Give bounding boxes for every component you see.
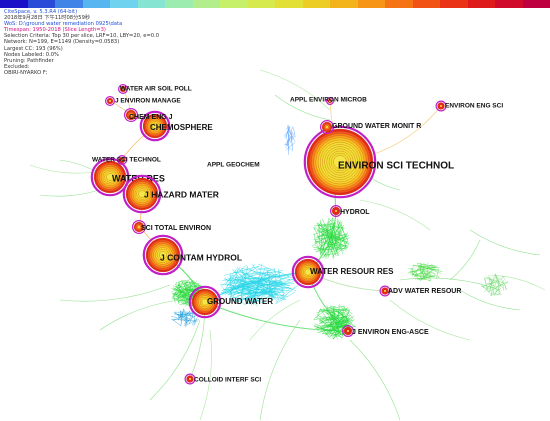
node-core: [384, 290, 386, 292]
node-label: HYDROL: [340, 209, 370, 216]
node-core: [347, 330, 349, 332]
node-core: [440, 105, 442, 107]
node-water-resour-res[interactable]: WATER RESOUR RES: [291, 255, 394, 289]
node-label: APPL GEOCHEM: [207, 162, 260, 169]
network-edges: [29, 69, 546, 421]
cluster-link: [220, 284, 227, 292]
node-j-hazard-mater[interactable]: J HAZARD MATER: [122, 174, 219, 214]
network-edge: [449, 239, 481, 281]
cluster-link: [286, 125, 288, 130]
node-label: COLLOID INTERF SCI: [194, 377, 261, 384]
node-label: J CONTAM HYDROL: [160, 252, 242, 262]
network-edge: [459, 289, 521, 311]
cluster-link: [293, 127, 296, 138]
cluster-link: [429, 272, 432, 277]
node-label: GROUND WATER: [207, 297, 273, 306]
network-edge: [259, 319, 301, 421]
node-water-sci-technol[interactable]: WATER SCI TECHNOL: [92, 155, 161, 166]
node-adv-water-resour[interactable]: ADV WATER RESOUR: [379, 285, 461, 297]
node-label: J ENVIRON MANAGE: [115, 98, 181, 105]
node-label: CHEMOSPHERE: [150, 123, 213, 132]
node-label: WATER RESOUR RES: [310, 267, 394, 276]
node-label: WATER AIR SOIL POLL: [120, 86, 192, 93]
network-edge: [29, 164, 96, 174]
network-edge: [469, 229, 541, 256]
node-chem-eng-j[interactable]: CHEM ENG J: [123, 107, 173, 122]
cluster-link: [483, 277, 487, 285]
node-core: [109, 100, 111, 102]
network-edge: [359, 199, 431, 231]
node-j-environ-manage[interactable]: J ENVIRON MANAGE: [104, 95, 182, 106]
network-nodes[interactable]: ENVIRON SCI TECHNOLWATER RESJ HAZARD MAT…: [90, 83, 504, 385]
network-edge: [99, 299, 181, 331]
node-label: GROUND WATER MONIT R: [332, 123, 421, 130]
node-environ-eng-sci[interactable]: ENVIRON ENG SCI: [435, 100, 503, 112]
node-label: WATER SCI TECHNOL: [92, 157, 161, 164]
node-label: ADV WATER RESOUR: [388, 288, 461, 295]
node-label: ENVIRON SCI TECHNOL: [338, 161, 454, 172]
node-core: [326, 126, 328, 128]
co-citation-network[interactable]: ENVIRON SCI TECHNOLWATER RESJ HAZARD MAT…: [0, 0, 550, 421]
cluster-link: [180, 279, 188, 282]
network-edge: [199, 329, 212, 421]
node-core: [335, 210, 337, 212]
network-edge: [59, 284, 171, 302]
cluster-link: [196, 319, 199, 321]
network-edge: [259, 69, 331, 111]
node-core: [138, 226, 140, 228]
cluster-link: [316, 308, 321, 318]
node-hydrol[interactable]: HYDROL: [330, 205, 371, 218]
node-label: SCI TOTAL ENVIRON: [141, 225, 211, 232]
node-label: J HAZARD MATER: [144, 189, 219, 199]
node-j-contam-hydrol[interactable]: J CONTAM HYDROL: [142, 234, 242, 276]
node-water-air-soil-poll[interactable]: WATER AIR SOIL POLL: [117, 83, 192, 94]
cluster-link: [171, 316, 177, 318]
network-edge: [349, 339, 401, 421]
node-label: CHEM ENG J: [129, 114, 173, 121]
network-edge: [149, 319, 201, 401]
node-sci-total-environ[interactable]: SCI TOTAL ENVIRON: [132, 220, 211, 235]
node-appl-geochem[interactable]: APPL GEOCHEM: [207, 162, 260, 169]
node-environ-sci-technol[interactable]: ENVIRON SCI TECHNOL: [303, 125, 454, 199]
node-core: [189, 378, 191, 380]
node-label: J ENVIRON ENG-ASCE: [352, 329, 429, 336]
node-label: ENVIRON ENG SCI: [445, 103, 503, 110]
node-appl-environ-microb[interactable]: APPL ENVIRON MICROB: [290, 97, 367, 105]
node-j-environ-eng-asce[interactable]: J ENVIRON ENG-ASCE: [342, 325, 429, 338]
node-label: APPL ENVIRON MICROB: [290, 97, 367, 104]
cluster-link: [257, 267, 275, 270]
node-colloid-interf-sci[interactable]: COLLOID INTERF SCI: [184, 373, 261, 385]
